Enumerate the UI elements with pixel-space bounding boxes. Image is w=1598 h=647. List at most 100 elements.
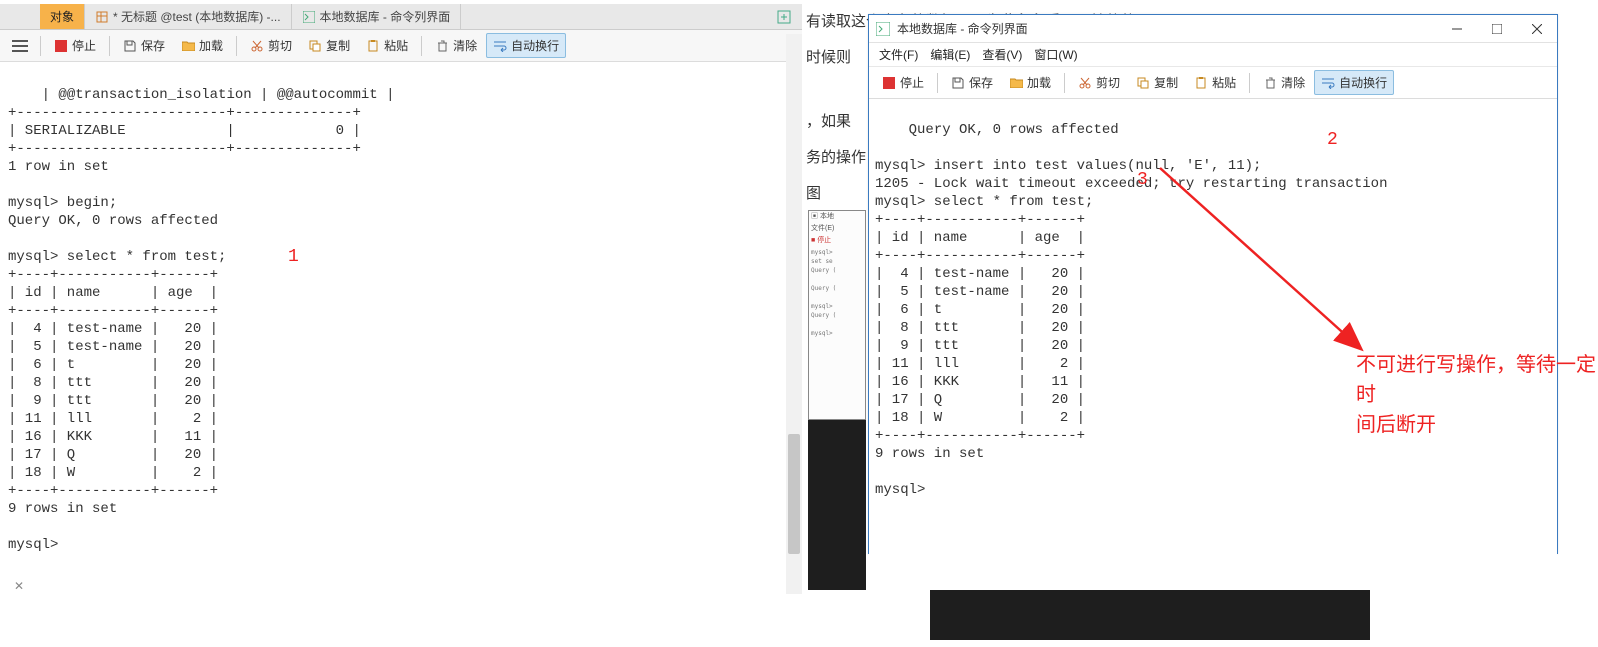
folder-icon xyxy=(181,39,195,53)
paste-button[interactable]: 粘贴 xyxy=(359,33,415,58)
btn-label: 保存 xyxy=(969,74,993,91)
paste-button[interactable]: 粘贴 xyxy=(1187,70,1243,95)
stop-button[interactable]: 停止 xyxy=(47,33,103,58)
save-button[interactable]: 保存 xyxy=(116,33,172,58)
separator xyxy=(421,36,422,56)
clear-button[interactable]: 清除 xyxy=(428,33,484,58)
tab-untitled-query[interactable]: * 无标题 @test (本地数据库) -... xyxy=(85,4,292,29)
menu-file[interactable]: 文件(F) xyxy=(879,46,918,63)
save-icon xyxy=(123,39,137,53)
maximize-button[interactable] xyxy=(1477,15,1517,43)
right-toolbar: 停止 保存 加载 剪切 复制 粘贴 清除 自动换 xyxy=(869,67,1557,99)
btn-label: 自动换行 xyxy=(511,37,559,54)
stop-icon xyxy=(882,76,896,90)
load-button[interactable]: 加载 xyxy=(174,33,230,58)
annotation-text: 不可进行写操作，等待一定时 间后断开 xyxy=(1356,350,1598,440)
mini-stop: ■ 停止 xyxy=(809,235,865,247)
scissors-icon xyxy=(1078,76,1092,90)
stop-button[interactable]: 停止 xyxy=(875,70,931,95)
separator xyxy=(1064,73,1065,93)
terminal-icon xyxy=(302,10,316,24)
save-button[interactable]: 保存 xyxy=(944,70,1000,95)
mini-title: ▣ 本地 xyxy=(809,211,865,223)
tab-label: 对象 xyxy=(50,8,74,25)
btn-label: 加载 xyxy=(199,37,223,54)
minimize-button[interactable] xyxy=(1437,15,1477,43)
stop-icon xyxy=(54,39,68,53)
right-console[interactable]: Query OK, 0 rows affected mysql> insert … xyxy=(869,99,1557,557)
separator xyxy=(1249,73,1250,93)
left-panel: 对象 * 无标题 @test (本地数据库) -... 本地数据库 - 命令列界… xyxy=(0,4,802,644)
menu-view[interactable]: 查看(V) xyxy=(982,46,1022,63)
new-tab-button[interactable] xyxy=(772,4,796,30)
annotation-line: 不可进行写操作，等待一定时 xyxy=(1356,350,1598,410)
tab-label: 本地数据库 - 命令列界面 xyxy=(320,8,451,25)
table-icon xyxy=(95,10,109,24)
console-output: | @@transaction_isolation | @@autocommit… xyxy=(8,87,394,553)
load-button[interactable]: 加载 xyxy=(1002,70,1058,95)
menu-edit[interactable]: 编辑(E) xyxy=(930,46,970,63)
terminal-icon xyxy=(875,21,891,37)
tab-label: * 无标题 @test (本地数据库) -... xyxy=(113,8,281,25)
tab-bar: 对象 * 无标题 @test (本地数据库) -... 本地数据库 - 命令列界… xyxy=(0,4,802,30)
scissors-icon xyxy=(250,39,264,53)
btn-label: 剪切 xyxy=(268,37,292,54)
wrap-button[interactable]: 自动换行 xyxy=(486,33,566,58)
btn-label: 剪切 xyxy=(1096,74,1120,91)
trash-icon xyxy=(1263,76,1277,90)
separator xyxy=(937,73,938,93)
btn-label: 停止 xyxy=(72,37,96,54)
tab-cli[interactable]: 本地数据库 - 命令列界面 xyxy=(292,4,462,29)
copy-icon xyxy=(308,39,322,53)
copy-button[interactable]: 复制 xyxy=(301,33,357,58)
separator xyxy=(109,36,110,56)
btn-label: 停止 xyxy=(900,74,924,91)
mini-menu: 文件(E) xyxy=(809,223,865,235)
menu-icon[interactable] xyxy=(6,40,34,52)
separator xyxy=(40,36,41,56)
left-scrollbar[interactable] xyxy=(786,34,802,594)
mini-console: mysql> set se Query ( Query ( mysql> Que… xyxy=(809,247,865,339)
tab-object[interactable]: 对象 xyxy=(40,4,85,29)
annotation-3: 3 xyxy=(1137,171,1148,189)
btn-label: 自动换行 xyxy=(1339,74,1387,91)
wrap-button[interactable]: 自动换行 xyxy=(1314,70,1394,95)
right-window: 本地数据库 - 命令列界面 文件(F) 编辑(E) 查看(V) 窗口(W) 停止… xyxy=(868,14,1558,554)
cut-button[interactable]: 剪切 xyxy=(243,33,299,58)
btn-label: 粘贴 xyxy=(1212,74,1236,91)
annotation-2: 2 xyxy=(1327,131,1338,149)
copy-icon xyxy=(1136,76,1150,90)
dark-background-strip xyxy=(808,420,866,590)
close-button[interactable] xyxy=(1517,15,1557,43)
thumbnail-window[interactable]: ▣ 本地 文件(E) ■ 停止 mysql> set se Query ( Qu… xyxy=(808,210,866,420)
window-title: 本地数据库 - 命令列界面 xyxy=(897,20,1028,37)
menu-window[interactable]: 窗口(W) xyxy=(1034,46,1077,63)
wrap-icon xyxy=(1321,76,1335,90)
wrap-icon xyxy=(493,39,507,53)
console-output: Query OK, 0 rows affected mysql> insert … xyxy=(875,122,1387,498)
scrollbar-thumb[interactable] xyxy=(788,434,800,554)
folder-icon xyxy=(1009,76,1023,90)
left-toolbar: 停止 保存 加载 剪切 复制 粘贴 清除 自动换 xyxy=(0,30,802,62)
btn-label: 清除 xyxy=(1281,74,1305,91)
btn-label: 清除 xyxy=(453,37,477,54)
cut-button[interactable]: 剪切 xyxy=(1071,70,1127,95)
paste-icon xyxy=(366,39,380,53)
btn-label: 复制 xyxy=(326,37,350,54)
separator xyxy=(236,36,237,56)
save-icon xyxy=(951,76,965,90)
titlebar[interactable]: 本地数据库 - 命令列界面 xyxy=(869,15,1557,43)
left-console[interactable]: | @@transaction_isolation | @@autocommit… xyxy=(0,62,802,622)
copy-button[interactable]: 复制 xyxy=(1129,70,1185,95)
btn-label: 保存 xyxy=(141,37,165,54)
trash-icon xyxy=(435,39,449,53)
btn-label: 加载 xyxy=(1027,74,1051,91)
btn-label: 复制 xyxy=(1154,74,1178,91)
menubar: 文件(F) 编辑(E) 查看(V) 窗口(W) xyxy=(869,43,1557,67)
close-x-icon[interactable]: ✕ xyxy=(14,579,24,593)
paste-icon xyxy=(1194,76,1208,90)
annotation-1: 1 xyxy=(288,248,299,266)
btn-label: 粘贴 xyxy=(384,37,408,54)
clear-button[interactable]: 清除 xyxy=(1256,70,1312,95)
dark-background-strip-bottom xyxy=(930,590,1370,640)
